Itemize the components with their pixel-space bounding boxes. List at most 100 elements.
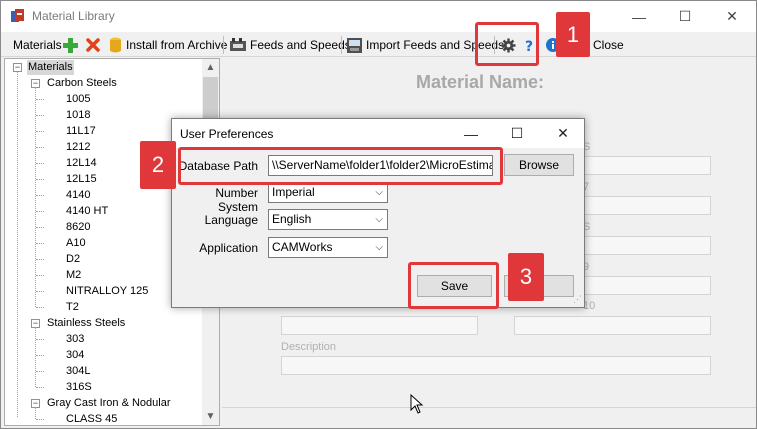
tree-material-item[interactable]: 1005 <box>66 92 90 107</box>
close-window-button[interactable]: ✕ <box>709 1 755 32</box>
archive-icon <box>110 37 121 53</box>
feeds-and-speeds-button[interactable]: Feeds and Speeds <box>230 36 351 54</box>
dialog-title-bar: User Preferences — ☐ ✕ <box>172 119 584 148</box>
dialog-title: User Preferences <box>180 127 274 141</box>
tree-material-item[interactable]: NITRALLOY 125 <box>66 284 148 299</box>
tree-material-item[interactable]: 304 <box>66 348 84 363</box>
tree-material-item[interactable]: 1212 <box>66 140 90 155</box>
annotation-number-1: 1 <box>556 12 590 57</box>
tree-guide <box>36 307 44 308</box>
number-system-label: Number System <box>215 186 258 214</box>
tree-material-item[interactable]: 303 <box>66 332 84 347</box>
tree-root[interactable]: Materials <box>27 60 74 75</box>
tree-material-item[interactable]: 12L14 <box>66 156 97 171</box>
annotation-number-3: 3 <box>508 253 544 301</box>
tree-guide <box>36 115 44 116</box>
dialog-minimize-button[interactable]: — <box>448 119 494 148</box>
language-value: English <box>272 212 312 226</box>
application-label: Application <box>199 241 258 255</box>
tree-guide <box>36 275 44 276</box>
tree-group-stainless-steels[interactable]: Stainless Steels <box>47 316 125 331</box>
tree-guide <box>36 179 44 180</box>
annotation-box-database-path <box>178 147 503 185</box>
chevron-down-icon: ⌵ <box>375 187 383 198</box>
tree-material-item[interactable]: 8620 <box>66 220 90 235</box>
tree-guide <box>36 339 44 340</box>
delete-material-button[interactable] <box>86 36 100 54</box>
tree-material-item[interactable]: CLASS 45 <box>66 412 117 425</box>
minimize-icon: — <box>464 125 478 142</box>
materials-menu[interactable]: Materials <box>13 36 62 54</box>
tree-guide <box>35 327 36 387</box>
application-select[interactable]: CAMWorks ⌵ <box>268 237 388 258</box>
description-label: Description <box>281 341 337 353</box>
tree-guide <box>36 259 44 260</box>
tree-guide <box>35 87 36 307</box>
tree-material-item[interactable]: 1018 <box>66 108 90 123</box>
annotation-box-save <box>408 262 499 309</box>
root-expander[interactable]: − <box>13 63 22 72</box>
tree-material-item[interactable]: 304L <box>66 364 90 379</box>
scroll-down-icon[interactable]: ▼ <box>202 408 219 425</box>
mouse-cursor-icon <box>410 394 424 414</box>
dialog-close-button[interactable]: ✕ <box>540 119 586 148</box>
toolbar-separator <box>223 36 224 54</box>
tree-material-item[interactable]: T2 <box>66 300 79 315</box>
application-value: CAMWorks <box>272 240 333 254</box>
tree-guide <box>36 163 44 164</box>
tree-guide <box>35 407 36 419</box>
app-icon <box>11 9 24 22</box>
description-field[interactable] <box>281 356 711 375</box>
annotation-number-2: 2 <box>140 141 176 189</box>
add-icon <box>63 37 78 53</box>
detail-field[interactable] <box>514 316 711 335</box>
tree-material-item[interactable]: 316S <box>66 380 92 395</box>
chevron-down-icon: ⌵ <box>375 242 383 253</box>
tree-guide <box>36 419 44 420</box>
delete-icon <box>86 38 100 52</box>
status-divider <box>222 407 756 408</box>
install-from-archive-button[interactable]: Install from Archive <box>109 36 227 54</box>
tree-material-item[interactable]: D2 <box>66 252 80 267</box>
annotation-box-settings <box>475 22 539 66</box>
maximize-icon: ☐ <box>510 125 524 141</box>
tree-group-gray-cast-iron[interactable]: Gray Cast Iron & Nodular <box>47 396 171 411</box>
close-icon: ✕ <box>557 125 569 141</box>
tree-guide <box>36 387 44 388</box>
scroll-up-icon[interactable]: ▲ <box>202 59 219 76</box>
resize-grip-icon[interactable]: ⋰ <box>573 294 582 305</box>
tree-material-item[interactable]: 12L15 <box>66 172 97 187</box>
tree-material-item[interactable]: 4140 <box>66 188 90 203</box>
tree-guide <box>36 147 44 148</box>
import-icon <box>347 37 362 53</box>
language-label: Language <box>204 213 258 227</box>
tree-group-carbon-steels[interactable]: Carbon Steels <box>47 76 117 91</box>
tree-material-item[interactable]: A10 <box>66 236 86 251</box>
tree-guide <box>36 291 44 292</box>
minimize-button[interactable]: — <box>616 1 662 32</box>
close-toolbar-button[interactable]: Close <box>593 36 624 54</box>
tree-guide <box>36 211 44 212</box>
language-select[interactable]: English ⌵ <box>268 209 388 230</box>
install-from-archive-label: Install from Archive <box>126 38 228 52</box>
dialog-maximize-button[interactable]: ☐ <box>494 119 540 148</box>
tree-guide <box>17 71 18 417</box>
tree-guide <box>36 371 44 372</box>
maximize-button[interactable]: ☐ <box>662 1 708 32</box>
add-material-button[interactable] <box>63 36 78 54</box>
toolbar-separator <box>341 36 342 54</box>
toolbar: Materials Install from Archive Feeds and… <box>1 32 756 57</box>
feeds-and-speeds-label: Feeds and Speeds <box>250 38 351 52</box>
tree-material-item[interactable]: 11L17 <box>66 124 96 139</box>
tree-material-item[interactable]: 4140 HT <box>66 204 108 219</box>
tree-material-item[interactable]: M2 <box>66 268 81 283</box>
number-system-value: Imperial <box>272 185 315 199</box>
number-system-select[interactable]: Imperial ⌵ <box>268 182 388 203</box>
chevron-down-icon: ⌵ <box>375 214 383 225</box>
browse-button[interactable]: Browse <box>504 154 574 176</box>
detail-field[interactable] <box>281 316 478 335</box>
tree-guide <box>36 195 44 196</box>
feeds-speeds-icon <box>230 38 246 51</box>
material-name-label: Material Name: <box>416 72 545 92</box>
tree-guide <box>36 99 44 100</box>
